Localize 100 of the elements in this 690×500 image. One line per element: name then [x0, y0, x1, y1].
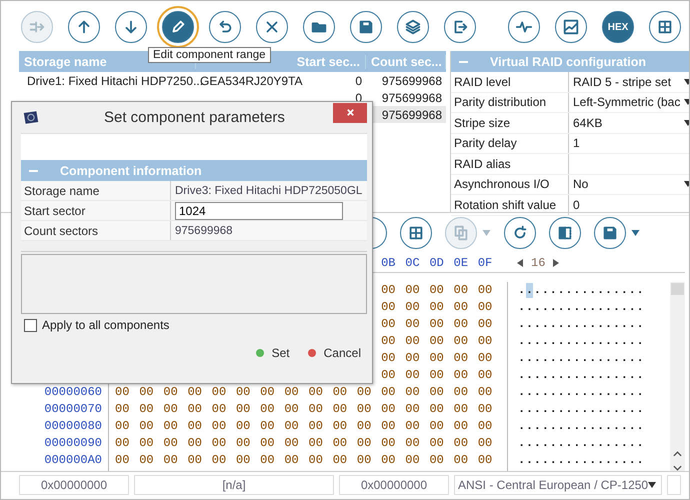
up-button[interactable]	[68, 11, 100, 43]
table-row[interactable]: Drive1: Fixed Hitachi HDP7250...GEA534RJ20Y9TA 0 975699968	[19, 72, 446, 89]
hex-byte: 00	[454, 436, 468, 450]
hex-byte: 00	[356, 436, 372, 450]
hex-byte: 00	[381, 436, 396, 450]
hex-byte: 00	[308, 419, 323, 433]
hex-byte: 00	[163, 419, 178, 433]
property-label: Start sector	[21, 201, 171, 220]
hex-byte: 00	[260, 453, 275, 467]
right-arrow-icon[interactable]	[553, 258, 560, 266]
down-button[interactable]	[115, 11, 147, 43]
ascii-text: ................	[518, 402, 644, 416]
hex-byte: 00	[454, 385, 468, 399]
hex-byte: 00	[478, 385, 492, 399]
hex-byte: 00	[139, 436, 154, 450]
offset-label: 000000A0	[44, 453, 102, 467]
hex-byte: 00	[236, 453, 250, 467]
property-label: Storage name	[21, 181, 171, 200]
hex-byte: 00	[236, 385, 250, 399]
refresh-button[interactable]	[504, 217, 536, 249]
hex-byte: 00	[405, 300, 420, 314]
undo-button[interactable]	[209, 11, 241, 43]
hex-byte: 00	[381, 402, 396, 416]
property-label: Stripe size	[451, 113, 569, 132]
dropdown-arrow-icon[interactable]	[631, 230, 640, 236]
hex-byte: 00	[478, 334, 492, 348]
hex-byte: 00	[260, 385, 275, 399]
grid-button[interactable]	[400, 217, 432, 249]
hex-byte: 00	[478, 351, 492, 365]
hex-byte: 00	[115, 453, 130, 467]
property-value: 0	[573, 198, 581, 212]
dropdown-value[interactable]: No	[573, 177, 680, 192]
offset-label: 00000060	[44, 385, 102, 399]
folder-button[interactable]	[303, 11, 335, 43]
hex-byte: 00	[332, 402, 348, 416]
hex-byte: 00	[356, 419, 372, 433]
hex-byte: 00	[356, 453, 372, 467]
scrollbar[interactable]	[670, 282, 685, 471]
save-button[interactable]	[594, 217, 626, 249]
export-button[interactable]	[444, 11, 476, 43]
hex-byte: 00	[429, 419, 444, 433]
scroll-up-icon[interactable]	[673, 451, 682, 457]
close-button[interactable]	[333, 102, 367, 122]
left-arrow-icon[interactable]	[517, 258, 523, 266]
hex-byte: 00	[163, 453, 178, 467]
hex-byte: 00	[308, 436, 323, 450]
hex-byte: 00	[139, 453, 154, 467]
hex-byte: 00	[188, 385, 202, 399]
chart-button[interactable]	[555, 11, 587, 43]
layers-button[interactable]	[397, 11, 429, 43]
tiles-icon	[656, 18, 674, 36]
hex-byte: 00	[429, 453, 444, 467]
dropdown-value[interactable]: RAID 5 - stripe set	[573, 74, 680, 89]
property-value: 975699968	[175, 224, 233, 236]
hex-byte: 00	[284, 402, 299, 416]
hex-byte: 00	[260, 436, 275, 450]
checkbox[interactable]	[24, 318, 37, 332]
hex-byte: 00	[405, 334, 420, 348]
hex-byte: 00	[405, 351, 420, 365]
column-header: 0B	[381, 256, 396, 270]
hex-byte: 00	[308, 453, 323, 467]
pulse-button[interactable]	[508, 11, 540, 43]
value-field: 0x00000000	[339, 474, 449, 494]
hex-byte: 00	[163, 402, 178, 416]
input-field[interactable]: 1024	[175, 202, 343, 220]
scroll-down-icon[interactable]	[673, 465, 682, 471]
property-label: RAID alias	[451, 154, 569, 174]
save-button[interactable]	[350, 11, 382, 43]
table-cell: 0	[355, 74, 362, 88]
hex-byte: 00	[332, 436, 348, 450]
column-header: 0C	[405, 256, 420, 270]
hex-byte: 00	[405, 283, 420, 297]
hex-byte: 00	[115, 385, 130, 399]
hex-byte: 00	[260, 419, 275, 433]
hex-byte: 00	[381, 368, 396, 382]
panel-button[interactable]	[549, 217, 581, 249]
checkbox-label: Apply to all components	[42, 318, 170, 332]
tooltip: Edit component range	[148, 47, 271, 63]
set-button[interactable]: Set	[256, 342, 290, 364]
ascii-text: ................	[518, 317, 644, 331]
scroll-thumb[interactable]	[671, 283, 684, 295]
offset-field: 0x00000000	[19, 474, 129, 494]
ascii-text: ................	[518, 419, 644, 433]
cancel-button[interactable]: Cancel	[308, 342, 361, 364]
hex-byte: 00	[405, 368, 420, 382]
hex-byte: 00	[478, 453, 492, 467]
dropdown-value[interactable]: 64KB	[573, 116, 680, 130]
encoding-dropdown[interactable]: ANSI - Central European / CP-1250	[454, 474, 662, 494]
ascii-text: ................	[518, 351, 644, 365]
dropdown-value[interactable]: Left-Symmetric (bac	[573, 95, 680, 110]
hex-byte: 00	[381, 419, 396, 433]
property-value: 1	[573, 136, 581, 150]
copy-icon	[452, 224, 470, 242]
close-button[interactable]	[256, 11, 288, 43]
hex-button[interactable]: HEX	[602, 11, 634, 43]
hex-byte: 00	[260, 402, 275, 416]
hex-byte: 00	[332, 385, 348, 399]
tiles-button[interactable]	[649, 11, 681, 43]
hex-byte: 00	[454, 334, 468, 348]
property-value: Drive3: Fixed Hitachi HDP725050GL	[175, 184, 362, 196]
